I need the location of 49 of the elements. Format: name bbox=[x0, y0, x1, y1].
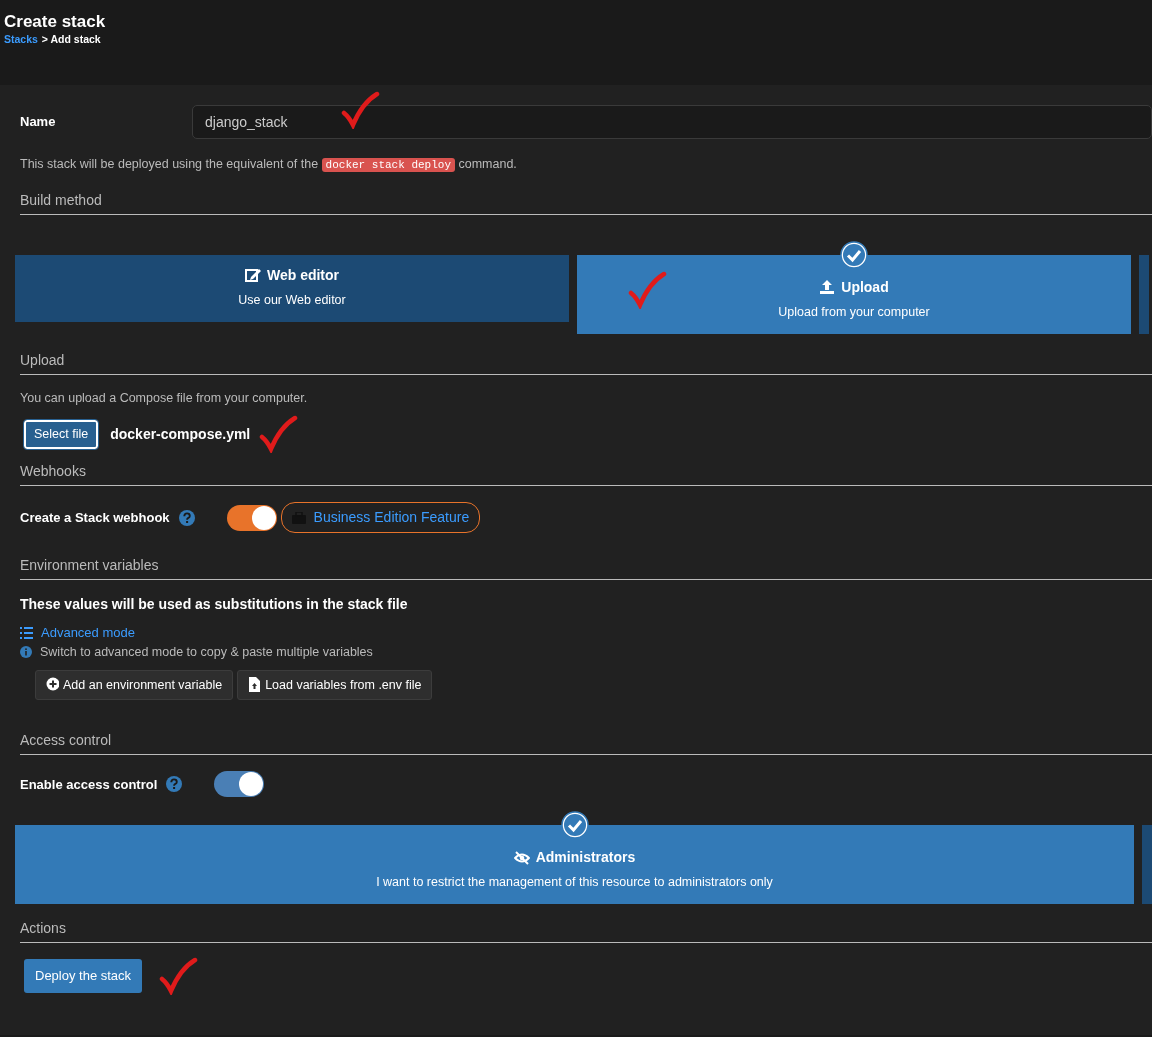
list-icon bbox=[20, 627, 33, 639]
upload-note: You can upload a Compose file from your computer. bbox=[20, 389, 309, 407]
load-env-file-button[interactable]: Load variables from .env file bbox=[237, 669, 433, 701]
option-card[interactable]: Web editor Use our Web editor bbox=[15, 254, 569, 322]
option-description: Use our Web editor bbox=[237, 291, 347, 309]
section-heading: Access control bbox=[20, 730, 1152, 756]
section-heading: Environment variables bbox=[20, 555, 1152, 581]
section-heading: Upload bbox=[20, 349, 1152, 375]
help-icon bbox=[166, 776, 183, 793]
field-label: Name bbox=[20, 113, 57, 132]
page-title: Create stack bbox=[4, 12, 107, 33]
option-description: Upload from your computer bbox=[777, 303, 931, 321]
toggle-switch[interactable] bbox=[214, 771, 265, 798]
deploy-button[interactable]: Deploy the stack bbox=[24, 959, 143, 993]
check-circle-icon bbox=[840, 240, 868, 269]
section-heading: Actions bbox=[20, 918, 1152, 943]
checkmark-annotation-icon bbox=[258, 415, 299, 454]
info-icon bbox=[20, 646, 32, 659]
select-file-button[interactable]: Select file bbox=[24, 419, 99, 449]
env-hint: Switch to advanced mode to copy & paste multiple variables bbox=[40, 643, 373, 661]
help-icon bbox=[178, 509, 195, 526]
checkmark-annotation-icon bbox=[158, 957, 199, 995]
env-intro: These values will be used as substitutions in the stack file bbox=[20, 595, 409, 615]
feature-badge: Business Edition Feature bbox=[280, 502, 481, 534]
option-card[interactable]: Administrators I want to restrict the management of this resource to administrators only bbox=[15, 825, 1134, 904]
name-field[interactable]: django_stack bbox=[192, 105, 1152, 139]
option-card[interactable]: Upload Upload from your computer bbox=[577, 254, 1131, 334]
section-heading: Build method bbox=[20, 189, 1152, 215]
eye-slash-icon bbox=[513, 849, 530, 866]
upload-icon bbox=[819, 279, 836, 296]
option-title: Upload bbox=[841, 277, 889, 297]
file-icon bbox=[248, 677, 262, 693]
breadcrumb-link[interactable]: Stacks bbox=[4, 32, 38, 49]
advanced-mode-link[interactable]: Advanced mode bbox=[41, 623, 135, 643]
section-heading: Webhooks bbox=[20, 461, 1152, 487]
option-title: Administrators bbox=[535, 848, 636, 868]
edit-icon bbox=[244, 267, 261, 284]
checkmark-annotation-icon bbox=[627, 270, 667, 309]
check-circle-icon bbox=[560, 811, 589, 840]
option-title: Web editor bbox=[266, 265, 340, 285]
toggle-switch[interactable] bbox=[226, 504, 277, 531]
file-name: docker-compose.yml bbox=[110, 424, 251, 444]
add-variable-button[interactable]: Add an environment variable bbox=[35, 669, 234, 701]
toggle-label: Enable access control bbox=[20, 775, 158, 794]
deploy-note: This stack will be deployed using the equivalent of the docker stack deploy command. bbox=[20, 156, 518, 174]
breadcrumb-text: > Add stack bbox=[41, 32, 101, 48]
toggle-label: Create a Stack webhook bbox=[20, 509, 170, 527]
checkmark-annotation-icon bbox=[340, 91, 380, 129]
option-description: I want to restrict the management of this resource to administrators only bbox=[375, 874, 774, 892]
